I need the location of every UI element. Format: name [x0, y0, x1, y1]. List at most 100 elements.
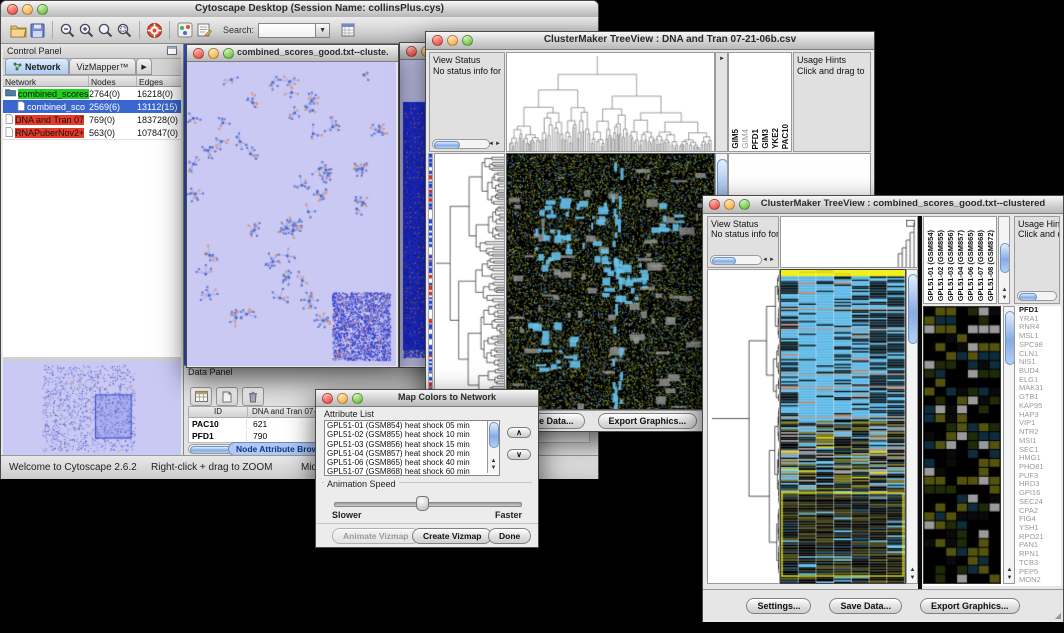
scroll-right-icon[interactable]: ►: [719, 56, 725, 62]
resize-grip[interactable]: ◢: [1055, 611, 1061, 620]
gene-label[interactable]: NTR2: [1019, 428, 1061, 437]
network-row[interactable]: DNA and Tran 07769(0)183728(0): [3, 113, 181, 126]
move-down-button[interactable]: ∨: [507, 449, 531, 460]
close-button[interactable]: [432, 35, 443, 46]
gene-label[interactable]: PFD1: [1019, 306, 1061, 315]
view-status-hscrollbar[interactable]: [432, 139, 490, 149]
zoom-heatmap[interactable]: [923, 306, 1001, 584]
tab-overflow-button[interactable]: ▶: [136, 58, 151, 75]
gene-label[interactable]: FIG4: [1019, 515, 1061, 524]
gene-label[interactable]: SEC24: [1019, 498, 1061, 507]
gene-label[interactable]: MSI1: [1019, 437, 1061, 446]
delete-attribute-icon[interactable]: [242, 387, 264, 406]
scroll-thumb[interactable]: [712, 257, 736, 265]
attribute-list-vscrollbar[interactable]: ▲ ▼: [487, 421, 499, 473]
split-divider[interactable]: [918, 216, 922, 604]
column-label[interactable]: GPL51-01 (GSM854): [926, 230, 935, 301]
gene-label[interactable]: GPI16: [1019, 489, 1061, 498]
settings-button[interactable]: Settings...: [746, 598, 811, 614]
save-icon[interactable]: [28, 21, 47, 40]
network-row[interactable]: RNAPuberNov2+563(0)107847(0): [3, 126, 181, 139]
minimize-button[interactable]: [724, 199, 735, 210]
gene-label[interactable]: MAK31: [1019, 384, 1061, 393]
gene-label[interactable]: KAP95: [1019, 402, 1061, 411]
gene-label[interactable]: RPO21: [1019, 533, 1061, 542]
gene-label[interactable]: VIP1: [1019, 419, 1061, 428]
gene-label[interactable]: YRA1: [1019, 315, 1061, 324]
gene-label[interactable]: GTB1: [1019, 393, 1061, 402]
annotation-icon[interactable]: [194, 21, 213, 40]
gene-label[interactable]: CPA2: [1019, 507, 1061, 516]
scroll-down-icon[interactable]: ▼: [1002, 295, 1008, 301]
zoom-button[interactable]: [37, 4, 48, 15]
gene-label[interactable]: MSL1: [1019, 332, 1061, 341]
tab-vizmapper[interactable]: VizMapper™: [69, 58, 137, 75]
network-row[interactable]: combined_scores2764(0)16218(0): [3, 87, 181, 100]
heatmap-main[interactable]: [506, 153, 715, 410]
import-table-icon[interactable]: [338, 21, 357, 40]
select-attributes-icon[interactable]: [190, 387, 212, 406]
new-attribute-icon[interactable]: [216, 387, 238, 406]
window-titlebar[interactable]: ClusterMaker TreeView : DNA and Tran 07-…: [426, 32, 874, 50]
move-up-button[interactable]: ∧: [507, 427, 531, 438]
gene-label[interactable]: BUD4: [1019, 367, 1061, 376]
gene-label[interactable]: PAN1: [1019, 541, 1061, 550]
birdseye-overview[interactable]: [3, 361, 181, 455]
attribute-list-item[interactable]: GPL51-07 (GSM868) heat shock 60 min: [325, 467, 485, 476]
float-panel-icon[interactable]: [167, 42, 177, 60]
scroll-left-icon[interactable]: ◄: [762, 257, 768, 263]
gene-label[interactable]: HRD3: [1019, 480, 1061, 489]
main-window-titlebar[interactable]: Cytoscape Desktop (Session Name: collins…: [1, 1, 598, 18]
zoom-in-icon[interactable]: [77, 21, 96, 40]
row-dendrogram[interactable]: [707, 269, 780, 584]
column-label[interactable]: GIM3: [761, 129, 770, 149]
close-button[interactable]: [406, 46, 417, 57]
scroll-thumb[interactable]: [908, 274, 918, 344]
col-header-edges[interactable]: Edges: [137, 76, 179, 86]
minimize-button[interactable]: [22, 4, 33, 15]
view-status-hscrollbar[interactable]: [710, 255, 762, 265]
minimize-button[interactable]: [447, 35, 458, 46]
column-label[interactable]: GPL51-04 (GSM857): [956, 230, 965, 301]
column-label[interactable]: GPL51-03 (GSM856): [946, 230, 955, 301]
save-data-button[interactable]: Save Data...: [829, 598, 902, 614]
minimize-button[interactable]: [337, 393, 348, 404]
zoom-button[interactable]: [462, 35, 473, 46]
column-label[interactable]: GIM5: [731, 129, 740, 149]
animate-vizmap-button[interactable]: Animate Vizmap: [332, 528, 420, 544]
attribute-list-item[interactable]: GPL51-01 (GSM854) heat shock 05 min: [325, 421, 485, 430]
scroll-up-icon[interactable]: ▲: [1007, 567, 1013, 573]
scroll-down-icon[interactable]: ▼: [910, 575, 916, 581]
column-label[interactable]: GPL51-07 (GSM868): [976, 230, 985, 301]
gene-label[interactable]: ELG1: [1019, 376, 1061, 385]
gene-label[interactable]: YSH1: [1019, 524, 1061, 533]
gene-label[interactable]: PEP5: [1019, 568, 1061, 577]
scroll-thumb[interactable]: [1005, 311, 1015, 365]
gene-label[interactable]: HMG1: [1019, 454, 1061, 463]
done-button[interactable]: Done: [488, 528, 531, 544]
gene-label[interactable]: SEC1: [1019, 446, 1061, 455]
zoom-button[interactable]: [352, 393, 363, 404]
zoom-button[interactable]: [223, 48, 234, 59]
export-graphics-button[interactable]: Export Graphics...: [598, 413, 698, 429]
column-label[interactable]: YKE2: [771, 128, 780, 149]
scroll-right-icon[interactable]: ►: [769, 257, 775, 263]
close-button[interactable]: [7, 4, 18, 15]
export-graphics-button[interactable]: Export Graphics...: [920, 598, 1020, 614]
gene-label[interactable]: PHO81: [1019, 463, 1061, 472]
col-header-nodes[interactable]: Nodes: [89, 76, 137, 86]
open-file-icon[interactable]: [9, 21, 28, 40]
heatmap-main[interactable]: [780, 269, 906, 584]
vizmapper-icon[interactable]: [175, 21, 194, 40]
scroll-down-icon[interactable]: ▼: [491, 465, 497, 471]
minimize-button[interactable]: [208, 48, 219, 59]
gene-label[interactable]: MON2: [1019, 576, 1061, 585]
col-header-id[interactable]: ID: [189, 407, 248, 417]
scroll-up-icon[interactable]: ▲: [1002, 287, 1008, 293]
column-label[interactable]: GPL51-08 (GSM872): [986, 230, 995, 301]
zoom-vscrollbar[interactable]: ▲ ▼: [1003, 306, 1015, 584]
search-dropdown-arrow[interactable]: ▼: [316, 23, 330, 38]
gene-label[interactable]: RPN1: [1019, 550, 1061, 559]
create-vizmap-button[interactable]: Create Vizmap: [412, 528, 492, 544]
window-titlebar[interactable]: ClusterMaker TreeView : combined_scores_…: [703, 196, 1063, 214]
